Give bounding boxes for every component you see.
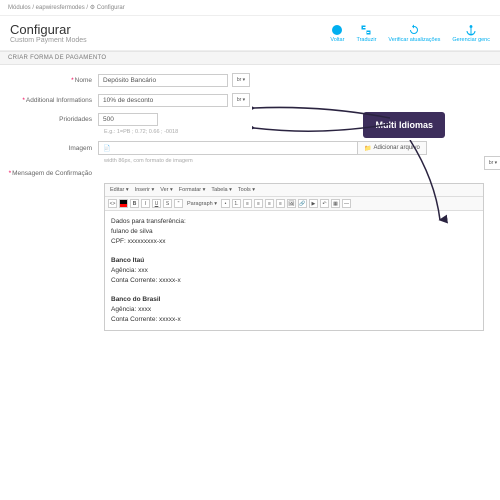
anchor-icon (465, 24, 477, 36)
menu-tools[interactable]: Tools ▾ (236, 186, 257, 194)
bold-button[interactable]: B (130, 199, 139, 208)
back-icon (331, 24, 343, 36)
align-right-button[interactable]: ≡ (265, 199, 274, 208)
back-button[interactable]: Voltar (330, 24, 344, 43)
additional-label: Additional Informations (26, 97, 92, 104)
callout-multi-idiomas: Multi Idiomas (363, 112, 445, 138)
menu-insert[interactable]: Inserir ▾ (133, 186, 157, 194)
translate-button[interactable]: Traduzir (356, 24, 376, 43)
paragraph-dropdown[interactable]: Paragraph ▾ (185, 200, 219, 208)
section-title: CRIAR FORMA DE PAGAMENTO (0, 51, 500, 65)
ul-button[interactable]: • (221, 199, 230, 208)
image-path-display: 📄 (98, 141, 358, 155)
align-left-button[interactable]: ≡ (243, 199, 252, 208)
browse-button[interactable]: 📁Adicionar arquivo (358, 141, 427, 155)
page-title: Configurar (10, 22, 87, 37)
update-button[interactable]: Verificar atualizações (388, 24, 440, 43)
quote-button[interactable]: " (174, 199, 183, 208)
additional-input[interactable] (98, 94, 228, 107)
hr-button[interactable]: — (342, 199, 351, 208)
editor-menubar: Editar ▾ Inserir ▾ Ver ▾ Formatar ▾ Tabe… (105, 184, 483, 197)
manage-button[interactable]: Gerenciar genc (452, 24, 490, 43)
source-button[interactable]: <> (108, 199, 117, 208)
media-button[interactable]: ▶ (309, 199, 318, 208)
message-label: Mensagem de Confirmação (12, 170, 92, 177)
name-label: Nome (75, 77, 92, 84)
page-header: Configurar Custom Payment Modes Voltar T… (0, 16, 500, 51)
menu-table[interactable]: Tabela ▾ (209, 186, 234, 194)
italic-button[interactable]: I (141, 199, 150, 208)
strike-button[interactable]: S (163, 199, 172, 208)
lang-dropdown-name[interactable]: br ▾ (232, 73, 250, 87)
link-button[interactable]: 🔗 (298, 199, 307, 208)
image-hint: width 86px, com formato de imagem (104, 158, 492, 164)
page-subtitle: Custom Payment Modes (10, 37, 87, 44)
menu-format[interactable]: Formatar ▾ (177, 186, 208, 194)
file-icon: 📄 (103, 145, 110, 152)
lang-dropdown-additional[interactable]: br ▾ (232, 93, 250, 107)
refresh-icon (408, 24, 420, 36)
editor-toolbar: <> B I U S " Paragraph ▾ • 1. ≡ ≡ ≡ ≡ 🖼 … (105, 197, 483, 211)
editor-content[interactable]: Dados para transferência: fulano de silv… (105, 211, 483, 330)
menu-edit[interactable]: Editar ▾ (108, 186, 131, 194)
name-input[interactable] (98, 74, 228, 87)
underline-button[interactable]: U (152, 199, 161, 208)
table-button[interactable]: ▦ (331, 199, 340, 208)
image-button[interactable]: 🖼 (287, 199, 296, 208)
menu-view[interactable]: Ver ▾ (158, 186, 175, 194)
breadcrumb: Módulos / eapwiresfermodes / ⚙ Configura… (0, 0, 500, 16)
color-button[interactable] (119, 199, 128, 208)
undo-button[interactable]: ↶ (320, 199, 329, 208)
priority-label: Prioridades (8, 116, 98, 123)
priority-input[interactable] (98, 113, 158, 126)
folder-icon: 📁 (364, 145, 371, 152)
translate-icon (360, 24, 372, 36)
align-justify-button[interactable]: ≡ (276, 199, 285, 208)
image-label: Imagem (8, 145, 98, 152)
align-center-button[interactable]: ≡ (254, 199, 263, 208)
rich-text-editor: Editar ▾ Inserir ▾ Ver ▾ Formatar ▾ Tabe… (104, 183, 484, 331)
ol-button[interactable]: 1. (232, 199, 241, 208)
lang-dropdown-message[interactable]: br ▾ (484, 156, 500, 170)
